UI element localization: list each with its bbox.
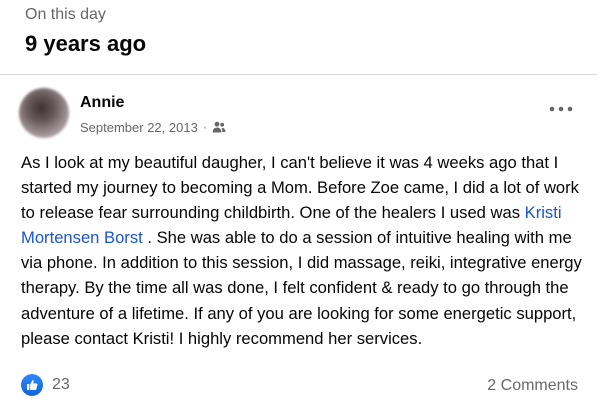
- post-meta: September 22, 2013 ·: [80, 119, 226, 135]
- memory-title: 9 years ago: [25, 31, 147, 56]
- reaction-count: 23: [52, 376, 70, 393]
- memory-header: On this day 9 years ago: [0, 0, 597, 75]
- comments-link[interactable]: 2 Comments: [487, 377, 578, 395]
- memory-label: On this day: [25, 6, 106, 23]
- more-options-button[interactable]: [547, 100, 575, 118]
- post-date[interactable]: September 22, 2013: [80, 120, 198, 135]
- avatar[interactable]: [19, 88, 69, 138]
- post-text-part-1: As I look at my beautiful daugher, I can…: [21, 153, 579, 223]
- like-icon: [21, 374, 43, 396]
- post-header: Annie September 22, 2013 ·: [0, 75, 597, 145]
- post-footer: 23 2 Comments: [0, 372, 597, 402]
- friends-icon[interactable]: [212, 121, 226, 133]
- more-options-icon: [549, 106, 573, 112]
- reactions-summary[interactable]: 23: [21, 374, 70, 396]
- post-author[interactable]: Annie: [80, 94, 124, 112]
- post-text: As I look at my beautiful daugher, I can…: [21, 150, 586, 351]
- meta-separator: ·: [202, 120, 207, 134]
